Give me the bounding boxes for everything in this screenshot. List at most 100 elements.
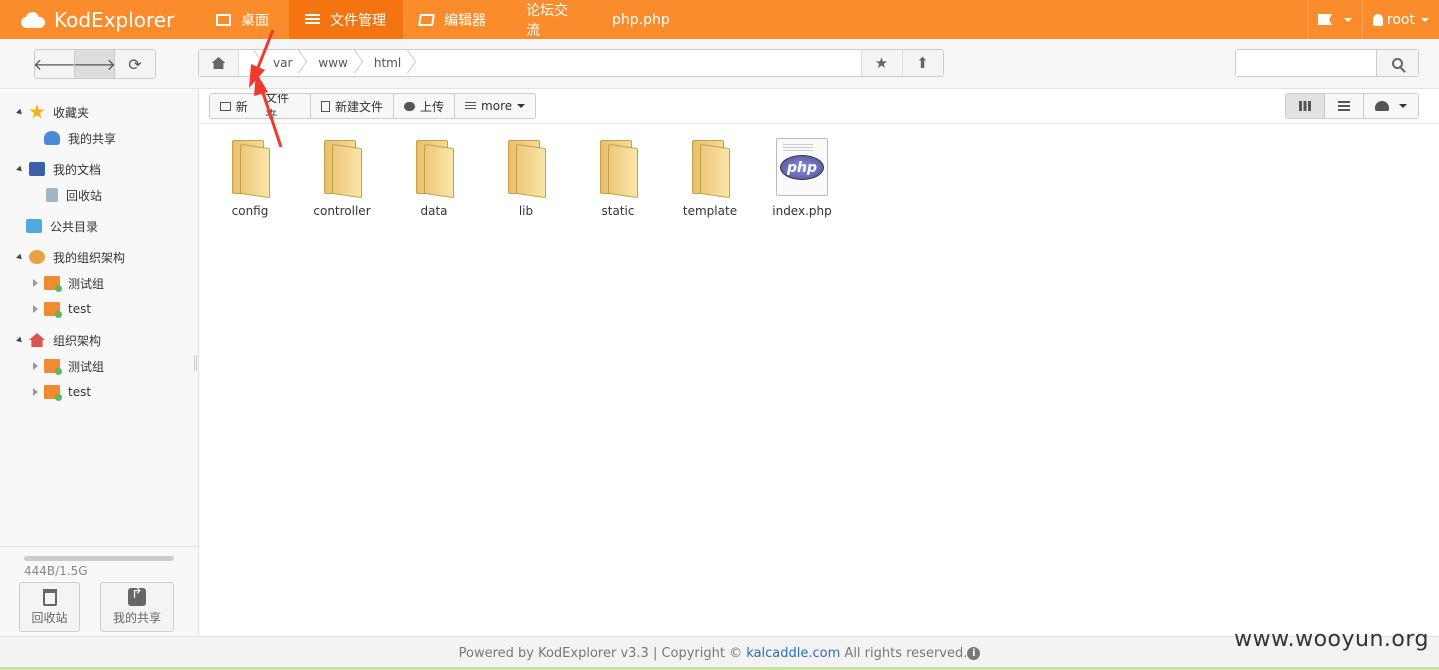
file-name: index.php [772, 204, 832, 218]
group-folder-icon [44, 302, 62, 318]
theme-button[interactable] [1364, 94, 1418, 118]
house-icon [29, 333, 45, 347]
caret-down-icon [1343, 17, 1352, 22]
expand-icon[interactable] [16, 336, 24, 344]
file-item[interactable]: config [210, 138, 290, 218]
my-share-button[interactable]: 我的共享 [100, 582, 174, 632]
footer: Powered by KodExplorer v3.3 | Copyright … [0, 636, 1439, 670]
file-item[interactable]: php index.php [762, 138, 842, 218]
history-buttons: 🡐 🡒 ⟳ [34, 49, 156, 79]
brand-name: KodExplorer [54, 7, 175, 32]
list-icon [305, 13, 320, 26]
nav-forum-label: 论坛交流 [526, 2, 568, 39]
new-file-button[interactable]: 新建文件 [311, 94, 395, 118]
breadcrumb-var[interactable]: var [259, 50, 304, 76]
nav-desktop[interactable]: 桌面 [200, 0, 289, 39]
sidebar-item-test[interactable]: test [33, 298, 91, 320]
sidebar-item-label: test [68, 302, 92, 316]
sidebar-item-label: 测试组 [68, 276, 105, 291]
breadcrumb-root[interactable] [239, 50, 259, 76]
user-menu[interactable]: root [1361, 0, 1439, 39]
refresh-icon: ⟳ [128, 54, 142, 74]
search-button[interactable] [1376, 50, 1418, 76]
caret-down-icon [1421, 17, 1429, 22]
file-item[interactable]: data [394, 138, 474, 218]
footer-powered: Powered by KodExplorer v3.3 | Copyright … [458, 646, 743, 661]
language-menu[interactable] [1306, 0, 1362, 39]
forward-button[interactable]: 🡒 [73, 50, 116, 78]
expand-icon[interactable] [16, 253, 24, 261]
brand-logo[interactable]: KodExplorer [18, 0, 174, 39]
breadcrumb-www[interactable]: www [304, 50, 359, 76]
collapse-icon[interactable] [33, 279, 38, 287]
path-bar: var www html ★ ⬆ [198, 49, 944, 77]
collapse-icon[interactable] [33, 388, 38, 396]
monitor-icon [216, 13, 231, 26]
search-box [1235, 49, 1419, 77]
sidebar-item-my-share[interactable]: 我的共享 [44, 127, 116, 149]
sidebar-resize-handle[interactable] [194, 355, 197, 371]
group-folder-icon [44, 276, 62, 292]
sidebar-item-recycle-bin[interactable]: 回收站 [46, 184, 102, 206]
sidebar-item-label: test [68, 385, 92, 399]
star-icon: ★ [874, 54, 889, 72]
sidebar-item-my-documents[interactable]: 我的文档 [16, 158, 101, 180]
collapse-icon[interactable] [33, 362, 38, 370]
file-name: data [420, 204, 448, 218]
upload-button[interactable]: 上传 [394, 94, 456, 118]
favorite-button[interactable]: ★ [861, 50, 901, 76]
public-folder-icon [26, 219, 42, 233]
nav-file-manager[interactable]: 文件管理 [289, 0, 403, 39]
home-button[interactable] [199, 50, 239, 76]
file-area: config controller data lib static templa… [199, 124, 1439, 636]
new-folder-label-left: 新 [235, 99, 248, 114]
sidebar-item-test-2[interactable]: test [33, 381, 91, 403]
list-view-button[interactable] [1325, 94, 1364, 118]
sidebar-item-test-group-2[interactable]: 测试组 [33, 355, 104, 377]
search-input[interactable] [1236, 50, 1376, 76]
refresh-button[interactable]: ⟳ [115, 50, 155, 78]
file-item[interactable]: lib [486, 138, 566, 218]
file-name: lib [518, 204, 534, 218]
more-button[interactable]: more [455, 94, 536, 118]
share-icon [128, 586, 146, 606]
caret-down-icon [1399, 104, 1407, 108]
expand-icon[interactable] [16, 165, 24, 173]
back-button[interactable]: 🡐 [34, 50, 76, 78]
sidebar-item-favorites[interactable]: 收藏夹 [16, 101, 89, 123]
sidebar-item-org[interactable]: 组织架构 [16, 329, 101, 351]
sidebar-item-test-group[interactable]: 测试组 [33, 272, 104, 294]
sidebar-item-label: 回收站 [66, 188, 103, 203]
file-item[interactable]: template [670, 138, 750, 218]
main-nav: 桌面 文件管理 编辑器 论坛交流 php.php [200, 0, 688, 39]
expand-icon[interactable] [16, 108, 24, 116]
nav-editor[interactable]: 编辑器 [403, 0, 506, 39]
watermark: www.wooyun.org [1234, 627, 1429, 652]
file-name: controller [313, 204, 371, 218]
nav-desktop-label: 桌面 [241, 12, 269, 29]
recycle-bin-button[interactable]: 回收站 [19, 582, 80, 632]
user-icon [1372, 13, 1383, 26]
arrow-left-icon: 🡐 [34, 55, 76, 74]
search-icon [1392, 57, 1403, 69]
up-directory-button[interactable]: ⬆ [902, 50, 942, 76]
nav-forum[interactable]: 论坛交流 [506, 0, 596, 39]
sidebar-item-public[interactable]: 公共目录 [26, 215, 98, 237]
breadcrumb-html[interactable]: html [360, 50, 413, 76]
more-label: more [481, 99, 513, 113]
action-bar: 新 文件夹 新建文件 上传 more [199, 90, 1439, 124]
file-item[interactable]: controller [302, 138, 382, 218]
nav-php-tab[interactable]: php.php [596, 0, 688, 39]
file-icon [321, 100, 330, 112]
file-name: config [231, 204, 269, 218]
collapse-icon[interactable] [33, 305, 38, 313]
sidebar-footer: 444B/1.5G 回收站 我的共享 [0, 546, 199, 636]
footer-link[interactable]: kalcaddle.com [746, 646, 840, 661]
new-folder-button[interactable]: 新 文件夹 [210, 94, 311, 118]
info-icon[interactable]: i [967, 647, 981, 660]
sidebar-item-my-org[interactable]: 我的组织架构 [16, 246, 125, 268]
file-item[interactable]: static [578, 138, 658, 218]
folder-icon [506, 138, 546, 199]
group-folder-icon [44, 385, 62, 401]
icon-view-button[interactable] [1286, 94, 1325, 118]
